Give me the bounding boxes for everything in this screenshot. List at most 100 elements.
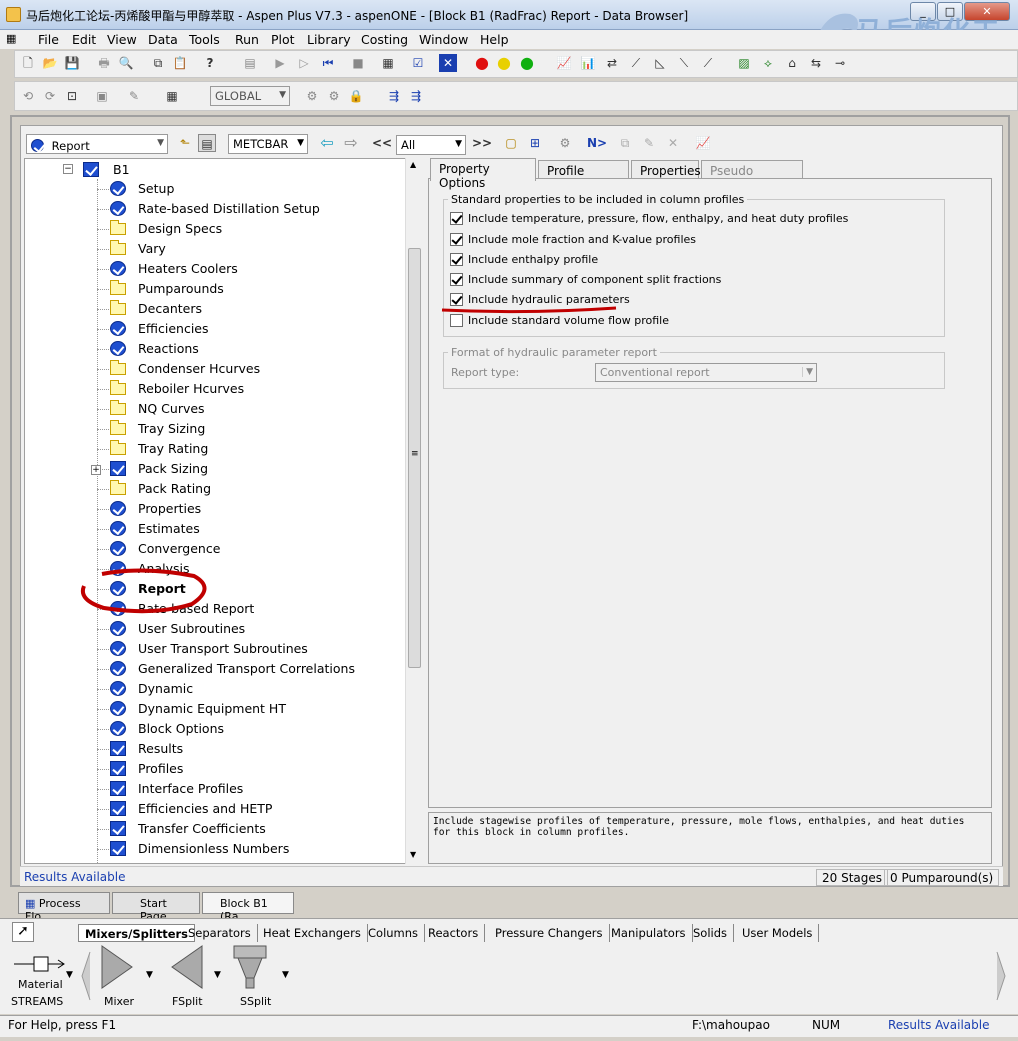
step-icon[interactable]: ▷: [295, 54, 313, 72]
annotate-2-icon[interactable]: ⚙: [325, 87, 343, 105]
ssplit-dropdown-icon[interactable]: ▼: [282, 970, 289, 980]
layout-icon[interactable]: ▣: [93, 87, 111, 105]
link-icon[interactable]: ⊸: [831, 54, 849, 72]
reinitialize-icon[interactable]: ⏮: [319, 54, 337, 72]
doc-tab-start-page[interactable]: Start Page: [112, 892, 200, 923]
palette-tab-pressure-changers[interactable]: Pressure Changers: [489, 924, 610, 942]
menu-tools[interactable]: Tools: [189, 32, 220, 47]
edit-icon[interactable]: ✎: [125, 87, 143, 105]
palette-tab-heat-exchangers[interactable]: Heat Exchangers: [257, 924, 368, 942]
checkbox-box[interactable]: [450, 253, 463, 266]
check-results-icon[interactable]: ☑: [409, 54, 427, 72]
green-status-icon[interactable]: ●: [518, 54, 536, 72]
doc-icon[interactable]: ▦: [6, 32, 16, 45]
navigation-tree[interactable]: − B1 Setup Rate-based Distillation Setup D…: [24, 158, 422, 864]
menu-help[interactable]: Help: [480, 32, 509, 47]
forward-arrow-icon[interactable]: ⇨: [342, 134, 360, 152]
flowsheet-2-icon[interactable]: ⇶: [407, 87, 425, 105]
paste-icon[interactable]: 📋: [171, 54, 189, 72]
plot-7-icon[interactable]: ⟋: [699, 54, 717, 72]
menu-view[interactable]: View: [107, 32, 137, 47]
menu-window[interactable]: Window: [419, 32, 468, 47]
mixer-icon[interactable]: [100, 944, 134, 990]
form-select[interactable]: Report ▼: [26, 134, 168, 154]
ssplit-icon[interactable]: [232, 944, 272, 992]
redo-icon[interactable]: ⟳: [41, 87, 59, 105]
plot-wizard-icon[interactable]: 📈: [694, 134, 712, 152]
plot-4-icon[interactable]: ⟋: [627, 54, 645, 72]
doc-tab-process-flowsheet[interactable]: ▦ Process Flo...: [18, 892, 110, 923]
grid-icon[interactable]: ▦: [163, 87, 181, 105]
palette-scroll-left-icon[interactable]: [80, 950, 92, 1002]
mixer-dropdown-icon[interactable]: ▼: [146, 970, 153, 980]
units-select[interactable]: METCBAR ▼: [228, 134, 308, 154]
copy-icon[interactable]: ⧉: [149, 54, 167, 72]
undo-icon[interactable]: ⟲: [19, 87, 37, 105]
model-library-icon[interactable]: ▨: [735, 54, 753, 72]
palette-tab-separators[interactable]: Separators: [182, 924, 258, 942]
fsplit-dropdown-icon[interactable]: ▼: [214, 970, 221, 980]
checkbox-box[interactable]: [450, 212, 463, 225]
menu-edit[interactable]: Edit: [72, 32, 96, 47]
back-arrow-icon[interactable]: ⇦: [318, 134, 336, 152]
control-panel-icon[interactable]: ▦: [379, 54, 397, 72]
open-folder-icon[interactable]: 📂: [41, 54, 59, 72]
previous-form-button[interactable]: <<: [372, 134, 392, 152]
palette-tab-user-models[interactable]: User Models: [736, 924, 820, 942]
doc-tab-block-b1[interactable]: Block B1 (Ra...: [202, 892, 294, 923]
select-pointer-icon[interactable]: ➚: [12, 922, 34, 942]
next-form-button[interactable]: >>: [472, 134, 492, 152]
plot-2-icon[interactable]: 📊: [579, 54, 597, 72]
plot-3-icon[interactable]: ⇄: [603, 54, 621, 72]
menu-file[interactable]: File: [38, 32, 59, 47]
next-button[interactable]: N>: [586, 134, 608, 152]
flowsheet-icon[interactable]: ⇶: [385, 87, 403, 105]
palette-tab-columns[interactable]: Columns: [362, 924, 426, 942]
menu-run[interactable]: Run: [235, 32, 259, 47]
up-folder-icon[interactable]: ⬑: [176, 134, 194, 152]
lock-icon[interactable]: 🔒: [347, 87, 365, 105]
stream-icon[interactable]: ⟡: [759, 54, 777, 72]
save-icon[interactable]: 💾: [63, 54, 81, 72]
minimize-button[interactable]: _: [910, 2, 936, 21]
print-preview-icon[interactable]: 🔍: [117, 54, 135, 72]
global-select[interactable]: GLOBAL ▼: [210, 86, 290, 106]
expand-icon[interactable]: +: [91, 465, 101, 475]
maximize-button[interactable]: □: [937, 2, 963, 21]
swap-icon[interactable]: ⇆: [807, 54, 825, 72]
new-file-icon[interactable]: 🗋: [19, 54, 37, 72]
help-icon[interactable]: ?: [201, 54, 219, 72]
menu-data[interactable]: Data: [148, 32, 178, 47]
print-icon[interactable]: 🖶: [95, 54, 113, 72]
palette-tab-reactors[interactable]: Reactors: [422, 924, 486, 942]
notes-icon[interactable]: ▢: [502, 134, 520, 152]
material-stream-icon[interactable]: [12, 950, 68, 978]
menu-costing[interactable]: Costing: [361, 32, 408, 47]
gear-icon[interactable]: ⚙: [556, 134, 574, 152]
tree-toggle-icon[interactable]: ▤: [198, 134, 216, 152]
status-icon[interactable]: ⊞: [526, 134, 544, 152]
filter-select[interactable]: All ▼: [396, 135, 466, 155]
yellow-status-icon[interactable]: ●: [495, 54, 513, 72]
tree-scrollbar[interactable]: ▲ ≡ ▼: [405, 158, 422, 864]
menu-library[interactable]: Library: [307, 32, 351, 47]
palette-tab-solids[interactable]: Solids: [687, 924, 735, 942]
scroll-thumb[interactable]: ≡: [408, 248, 421, 668]
reset-icon[interactable]: ✕: [439, 54, 457, 72]
streams-dropdown-icon[interactable]: ▼: [66, 970, 73, 980]
block-icon[interactable]: ⌂: [783, 54, 801, 72]
zoom-icon[interactable]: ⊡: [63, 87, 81, 105]
palette-tab-mixers-splitters[interactable]: Mixers/Splitters: [78, 924, 196, 942]
run-icon[interactable]: ▶: [271, 54, 289, 72]
stop-icon[interactable]: ■: [349, 54, 367, 72]
red-status-icon[interactable]: ●: [473, 54, 491, 72]
plot-icon[interactable]: 📈: [555, 54, 573, 72]
palette-scroll-right-icon[interactable]: [995, 950, 1007, 1002]
menu-plot[interactable]: Plot: [271, 32, 295, 47]
plot-6-icon[interactable]: ⟍: [675, 54, 693, 72]
close-button[interactable]: ✕: [964, 2, 1010, 21]
fsplit-icon[interactable]: [170, 944, 204, 990]
tree-root-b1[interactable]: B1: [113, 162, 130, 177]
palette-tab-manipulators[interactable]: Manipulators: [605, 924, 693, 942]
scroll-down-icon[interactable]: ▼: [410, 850, 416, 859]
